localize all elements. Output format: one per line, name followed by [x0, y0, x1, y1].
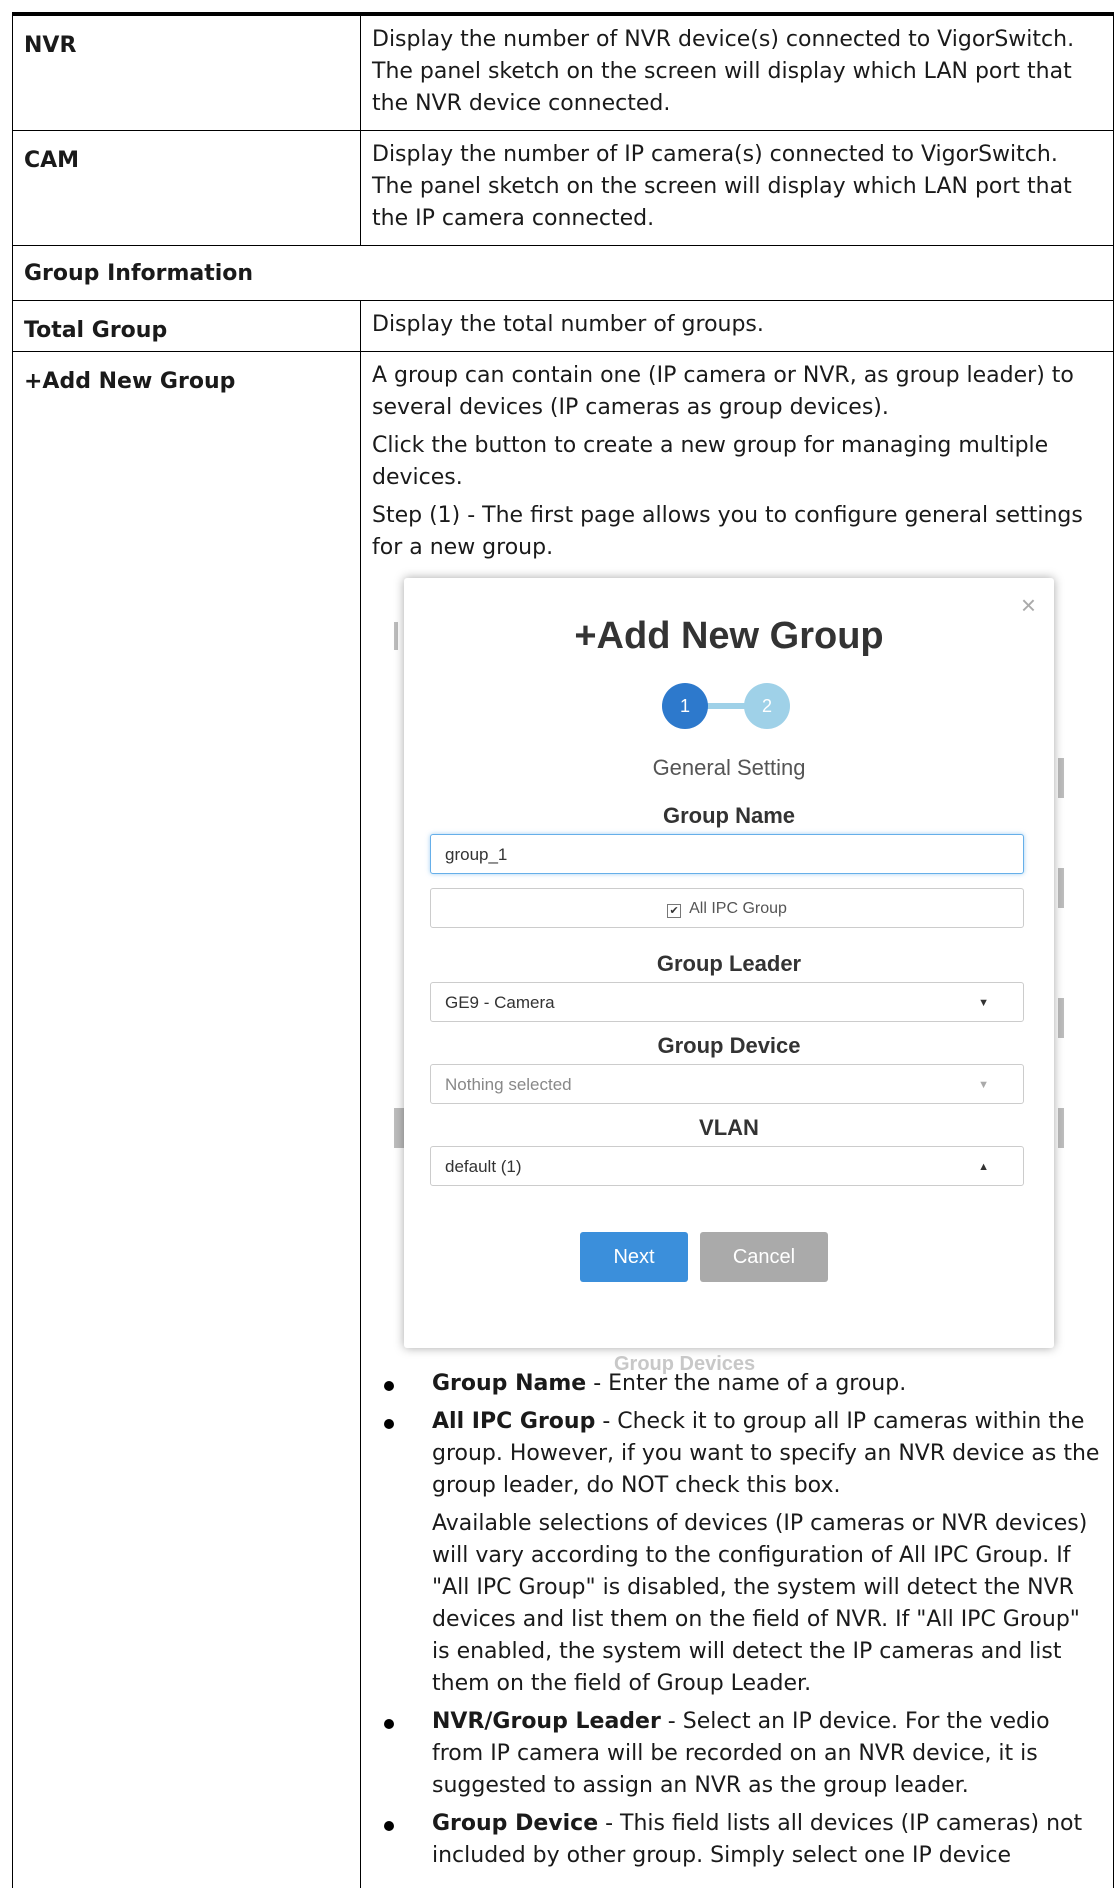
background-fragment — [1058, 1108, 1064, 1148]
param-name: +Add New Group — [12, 351, 361, 1888]
vlan-value: default (1) — [445, 1157, 522, 1176]
param-name: Total Group — [12, 300, 361, 352]
param-desc: A group can contain one (IP camera or NV… — [360, 351, 1114, 1888]
close-icon[interactable]: × — [1021, 592, 1036, 618]
group-name-label: Group Name — [662, 803, 796, 828]
table-row: NVR Display the number of NVR device(s) … — [12, 12, 1114, 131]
all-ipc-group-checkbox[interactable]: ✔ All IPC Group — [430, 888, 1024, 928]
param-desc: Display the number of IP camera(s) conne… — [360, 130, 1114, 246]
group-device-label: Group Device — [657, 1033, 801, 1058]
vlan-select[interactable]: default (1) ▲ — [430, 1146, 1024, 1186]
group-device-placeholder: Nothing selected — [445, 1075, 572, 1094]
bullet-term: Group Device — [432, 1811, 599, 1836]
bullet-term: NVR/Group Leader — [432, 1709, 661, 1734]
bullet-icon — [384, 1719, 394, 1729]
bullet-icon — [384, 1821, 394, 1831]
group-device-select[interactable]: Nothing selected ▼ — [430, 1064, 1024, 1104]
background-fragment — [1058, 998, 1064, 1038]
dialog-screenshot: × +Add New Group 1 2 General Setting Gro… — [394, 578, 1072, 1375]
step-subtitle: General Setting — [652, 755, 806, 780]
param-desc: Display the total number of groups. — [360, 300, 1114, 352]
next-button[interactable]: Next — [580, 1232, 688, 1282]
desc-paragraph: Click the button to create a new group f… — [372, 433, 1049, 490]
table-row: +Add New Group A group can contain one (… — [12, 351, 1114, 1888]
background-fragment — [394, 622, 398, 650]
bullet-term: Group Name — [432, 1371, 587, 1396]
group-leader-label: Group Leader — [656, 951, 802, 976]
param-desc: Display the number of NVR device(s) conn… — [360, 12, 1114, 131]
bullet-icon — [384, 1381, 394, 1391]
list-item: All IPC Group - Check it to group all IP… — [372, 1406, 1102, 1700]
table-row: Total Group Display the total number of … — [12, 300, 1114, 352]
field-bullet-list: Group Name - Enter the name of a group. … — [372, 1368, 1102, 1872]
chevron-down-icon: ▼ — [978, 1079, 989, 1091]
group-name-input[interactable]: group_1 — [430, 834, 1024, 874]
section-title: Group Information — [12, 245, 1114, 301]
list-item: Group Name - Enter the name of a group. — [372, 1368, 1102, 1400]
section-row: Group Information — [12, 245, 1114, 301]
bullet-term: All IPC Group — [432, 1409, 596, 1434]
all-ipc-group-label: All IPC Group — [689, 900, 787, 917]
param-name: NVR — [12, 12, 361, 131]
list-item: Group Device - This field lists all devi… — [372, 1808, 1102, 1872]
checkbox-check-icon[interactable]: ✔ — [667, 904, 682, 918]
dialog-title: +Add New Group — [574, 615, 884, 657]
param-name: CAM — [12, 130, 361, 246]
bullet-icon — [384, 1419, 394, 1429]
step-2-badge: 2 — [744, 683, 790, 729]
parameter-table: NVR Display the number of NVR device(s) … — [12, 12, 1114, 1888]
cancel-button[interactable]: Cancel — [700, 1232, 828, 1282]
chevron-up-icon: ▲ — [978, 1161, 989, 1173]
step-indicator: 1 2 — [404, 683, 1054, 733]
bullet-text: - Enter the name of a group. — [586, 1371, 907, 1396]
background-fragment — [1058, 758, 1064, 798]
group-leader-value: GE9 - Camera — [445, 993, 555, 1012]
chevron-down-icon: ▼ — [978, 997, 989, 1009]
vlan-label: VLAN — [699, 1115, 759, 1140]
desc-paragraph: A group can contain one (IP camera or NV… — [372, 363, 1074, 420]
background-fragment — [1058, 868, 1064, 908]
bullet-extra: Available selections of devices (IP came… — [432, 1511, 1088, 1696]
table-row: CAM Display the number of IP camera(s) c… — [12, 130, 1114, 246]
desc-paragraph: Step (1) - The first page allows you to … — [372, 503, 1083, 560]
add-group-dialog: × +Add New Group 1 2 General Setting Gro… — [404, 578, 1054, 1348]
group-leader-select[interactable]: GE9 - Camera ▼ — [430, 982, 1024, 1022]
list-item: NVR/Group Leader - Select an IP device. … — [372, 1706, 1102, 1802]
step-1-badge: 1 — [662, 683, 708, 729]
